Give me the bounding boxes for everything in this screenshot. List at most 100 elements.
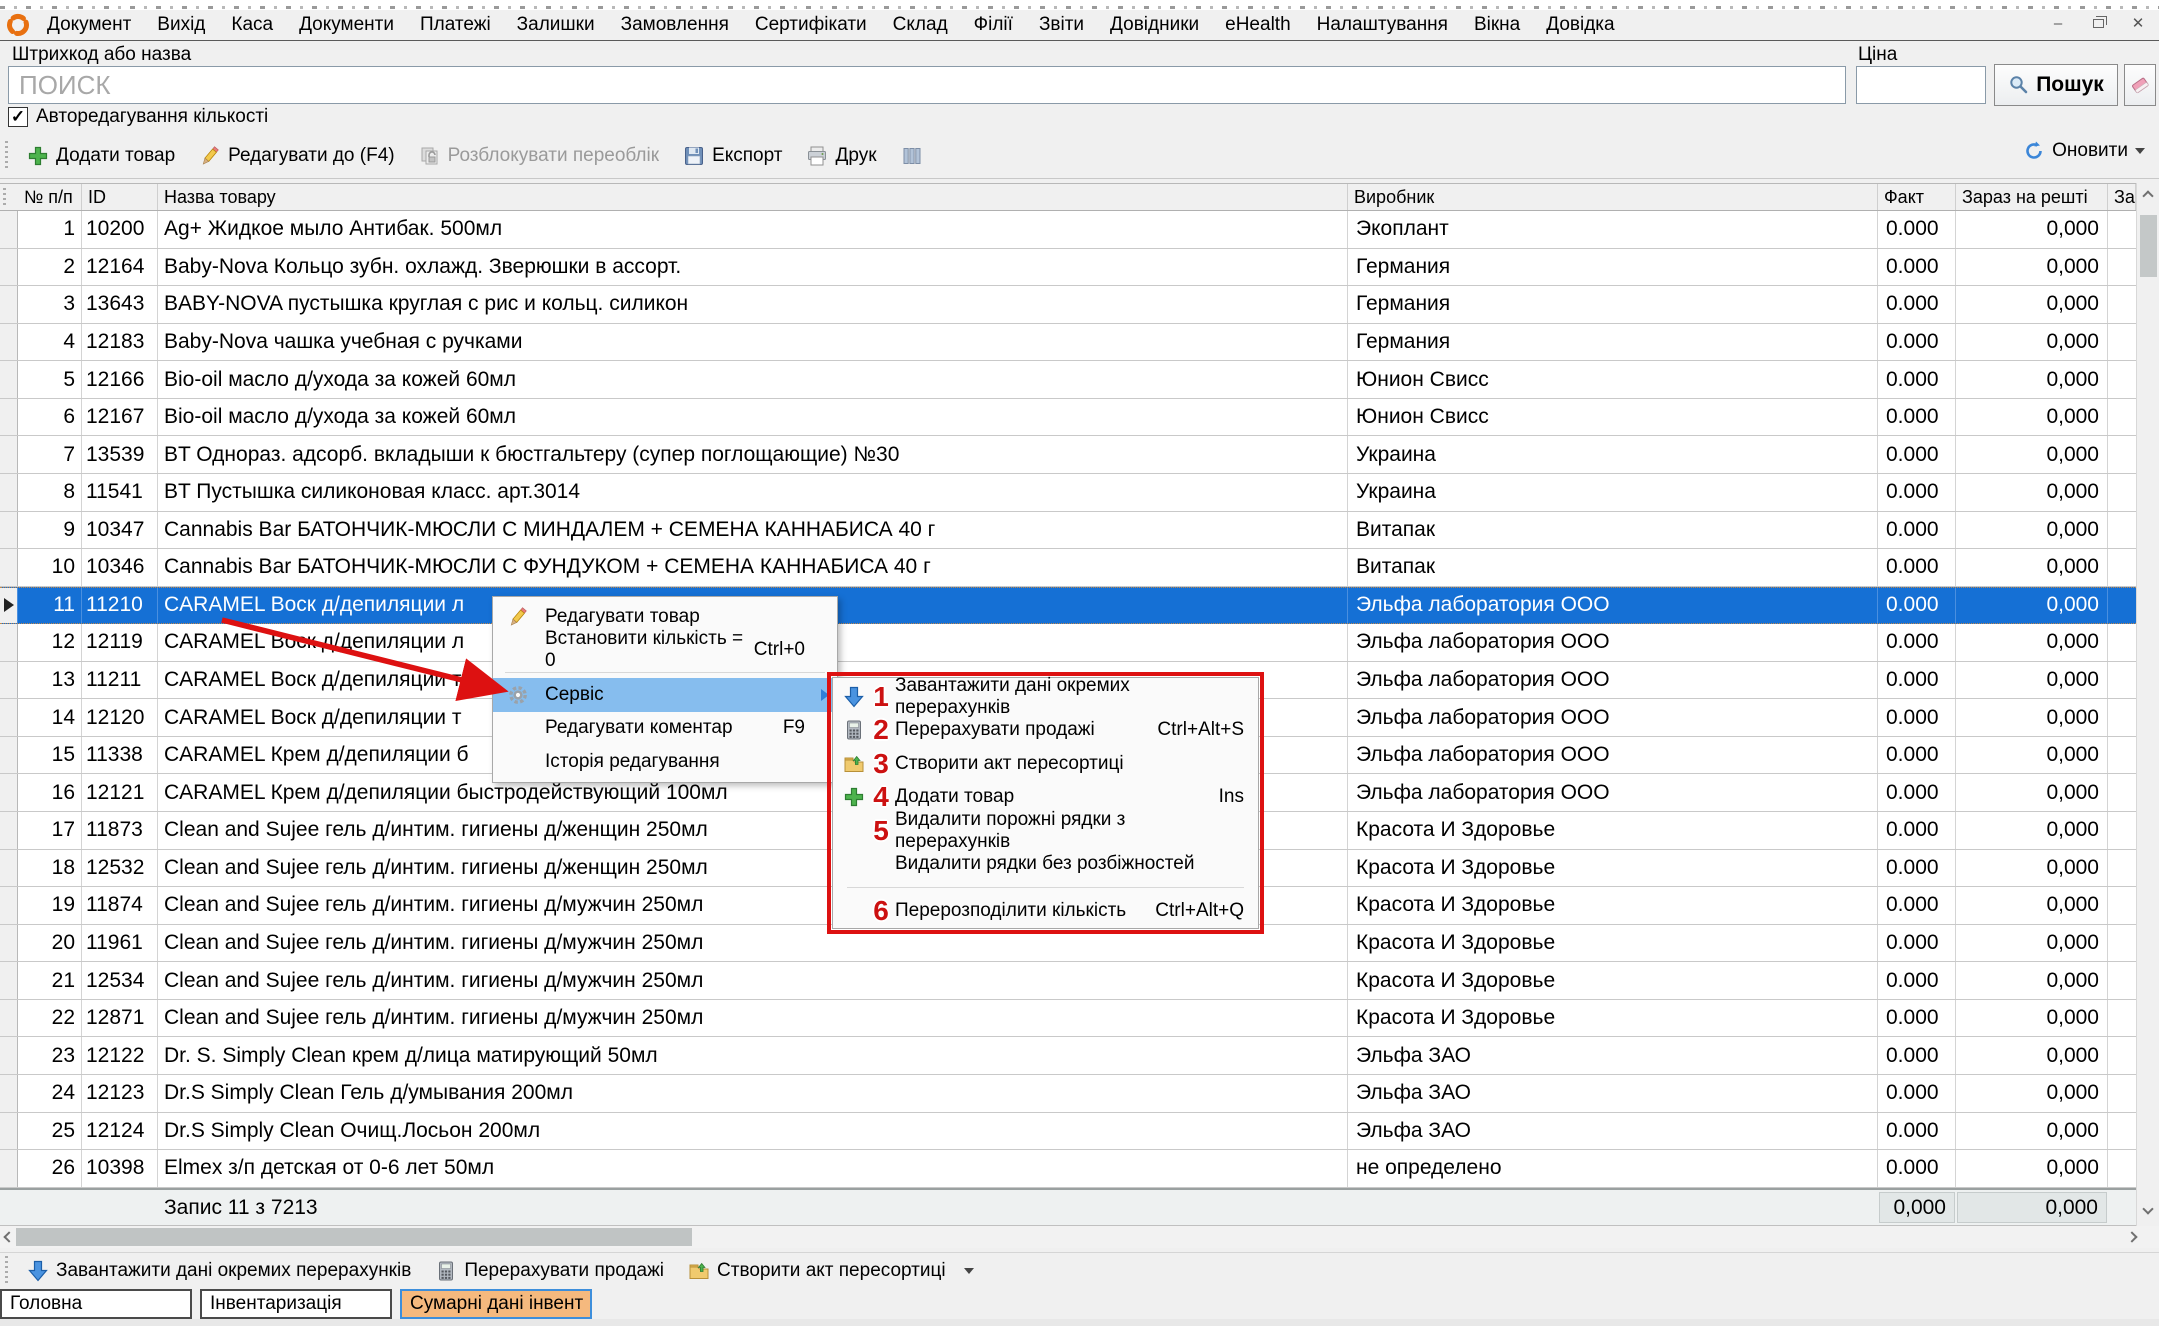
row-rest-cell: 0,000 bbox=[1956, 324, 2108, 361]
toolbar-button-5[interactable]: Друк bbox=[794, 141, 888, 171]
context-menu-item-label: Встановити кількість = 0 bbox=[545, 628, 754, 672]
menubar-item-12[interactable]: Довідники bbox=[1097, 12, 1212, 38]
bottom-toolbar-button-1[interactable]: Завантажити дані окремих перерахунків bbox=[15, 1256, 423, 1286]
table-row[interactable]: 1212119CARAMEL Воск д/депиляции лЭльфа л… bbox=[0, 624, 2136, 662]
submenu-item-1[interactable]: 1Завантажити дані окремих перерахунків bbox=[833, 680, 1258, 714]
context-menu-item-6[interactable]: Історія редагування bbox=[493, 745, 837, 779]
table-row[interactable]: 1111210CARAMEL Воск д/депиляции лЭльфа л… bbox=[0, 587, 2136, 625]
table-row[interactable]: 2212871Clean and Sujee гель д/интим. гиг… bbox=[0, 1000, 2136, 1038]
table-row[interactable]: 2312122Dr. S. Simply Clean крем д/лица м… bbox=[0, 1037, 2136, 1075]
row-fact-cell: 0.000 bbox=[1878, 324, 1956, 361]
table-row[interactable]: 2112534Clean and Sujee гель д/интим. гиг… bbox=[0, 962, 2136, 1000]
submenu-item-label: Видалити порожні рядки з перерахунків bbox=[895, 809, 1244, 853]
toolbar-button-2[interactable]: Редагувати до (F4) bbox=[187, 141, 406, 171]
chevron-down-icon[interactable] bbox=[964, 1268, 974, 1274]
toolbar-button-3[interactable]: Розблокувати переоблік bbox=[407, 141, 671, 171]
menubar-item-14[interactable]: Налаштування bbox=[1304, 12, 1461, 38]
table-row[interactable]: 811541BT Пустышка силиконовая класс. арт… bbox=[0, 474, 2136, 512]
submenu-item-2[interactable]: 2Перерахувати продажіCtrl+Alt+S bbox=[833, 714, 1258, 748]
menubar-item-4[interactable]: Документи bbox=[286, 12, 407, 38]
column-header-№ п/п[interactable]: № п/п bbox=[18, 184, 82, 210]
menubar-item-13[interactable]: eHealth bbox=[1212, 12, 1304, 38]
menubar-item-2[interactable]: Вихід bbox=[144, 12, 218, 38]
scroll-down-icon[interactable] bbox=[2142, 1203, 2153, 1214]
search-button[interactable]: Пошук bbox=[1994, 64, 2118, 106]
bottom-toolbar-button-2[interactable]: Перерахувати продажі bbox=[423, 1256, 676, 1286]
row-maker-cell: Украина bbox=[1348, 436, 1878, 473]
submenu-item-8[interactable]: 6Перерозподілити кількістьCtrl+Alt+Q bbox=[833, 894, 1258, 928]
row-rest-cell: 0,000 bbox=[1956, 286, 2108, 323]
context-menu-item-4[interactable]: Сервіс bbox=[493, 678, 837, 712]
bottom-toolbar-button-3[interactable]: Створити акт пересортиці bbox=[676, 1256, 958, 1286]
menubar-item-9[interactable]: Склад bbox=[880, 12, 961, 38]
column-header-Виробник[interactable]: Виробник bbox=[1348, 184, 1878, 210]
checkbox-checked-icon[interactable]: ✓ bbox=[8, 107, 28, 127]
horizontal-scrollbar[interactable] bbox=[0, 1226, 2159, 1248]
menubar-item-15[interactable]: Вікна bbox=[1461, 12, 1533, 38]
row-id-cell: 12120 bbox=[82, 699, 158, 736]
vertical-scrollbar[interactable] bbox=[2136, 183, 2159, 1226]
horizontal-scrollbar-thumb[interactable] bbox=[16, 1228, 692, 1246]
table-row[interactable]: 412183Baby-Nova чашка учебная с ручкамиГ… bbox=[0, 324, 2136, 362]
menubar-item-6[interactable]: Залишки bbox=[504, 12, 608, 38]
column-header-За[interactable]: За bbox=[2108, 184, 2136, 210]
table-row[interactable]: 713539BT Однораз. адсорб. вкладыши к бюс… bbox=[0, 436, 2136, 474]
submenu-item-3[interactable]: 3Створити акт пересортиці bbox=[833, 747, 1258, 781]
menubar-item-10[interactable]: Філії bbox=[961, 12, 1026, 38]
toolbar-grip[interactable] bbox=[3, 141, 10, 171]
column-header-Факт[interactable]: Факт bbox=[1878, 184, 1956, 210]
menubar-item-1[interactable]: Документ bbox=[34, 12, 144, 38]
submenu-item-6[interactable]: Видалити рядки без розбіжностей bbox=[833, 848, 1258, 882]
menubar-item-7[interactable]: Замовлення bbox=[608, 12, 742, 38]
table-row[interactable]: 2412123Dr.S Simply Clean Гель д/умывания… bbox=[0, 1075, 2136, 1113]
gear-icon bbox=[503, 683, 533, 707]
menu-icon-placeholder bbox=[839, 851, 869, 877]
menubar-item-11[interactable]: Звіти bbox=[1026, 12, 1097, 38]
table-row[interactable]: 512166Bio-oil масло д/ухода за кожей 60м… bbox=[0, 361, 2136, 399]
clear-search-button[interactable] bbox=[2124, 64, 2156, 106]
toolbar-button-4[interactable]: Експорт bbox=[671, 141, 794, 171]
column-header-ID[interactable]: ID bbox=[82, 184, 158, 210]
table-row[interactable]: 910347Cannabis Bar БАТОНЧИК-МЮСЛИ С МИНД… bbox=[0, 512, 2136, 550]
column-header-Назва товару[interactable]: Назва товару bbox=[158, 184, 1348, 210]
table-row[interactable]: 1010346Cannabis Bar БАТОНЧИК-МЮСЛИ С ФУН… bbox=[0, 549, 2136, 587]
refresh-icon bbox=[2023, 140, 2045, 162]
price-input[interactable] bbox=[1856, 66, 1986, 104]
row-indicator-cell bbox=[0, 624, 18, 661]
toolbar-button-6[interactable] bbox=[889, 141, 935, 171]
row-maker-cell: Витапак bbox=[1348, 549, 1878, 586]
column-header-Зараз на решті[interactable]: Зараз на решті bbox=[1956, 184, 2108, 210]
toolbar-button-1[interactable]: Додати товар bbox=[15, 141, 187, 171]
context-menu-item-2[interactable]: Встановити кількість = 0Ctrl+0 bbox=[493, 634, 837, 668]
table-row[interactable]: 2610398Elmex з/п детская от 0-6 лет 50мл… bbox=[0, 1150, 2136, 1188]
submenu-item-label: Створити акт пересортиці bbox=[895, 753, 1244, 775]
scroll-right-icon[interactable] bbox=[2126, 1231, 2137, 1242]
table-row[interactable]: 2512124Dr.S Simply Clean Очищ.Лосьон 200… bbox=[0, 1113, 2136, 1151]
bottom-toolbar-grip[interactable] bbox=[3, 1256, 10, 1286]
submenu-item-5[interactable]: 5Видалити порожні рядки з перерахунків bbox=[833, 814, 1258, 848]
table-row[interactable]: 212164Baby-Nova Кольцо зубн. охлажд. Зве… bbox=[0, 249, 2136, 287]
menubar-item-3[interactable]: Каса bbox=[218, 12, 286, 38]
table-row[interactable]: 313643BABY-NOVA пустышка круглая с рис и… bbox=[0, 286, 2136, 324]
scroll-left-icon[interactable] bbox=[3, 1231, 14, 1242]
chevron-down-icon[interactable] bbox=[2135, 148, 2145, 154]
restore-button-icon[interactable] bbox=[2085, 14, 2111, 32]
tab-2[interactable]: Інвентаризація bbox=[200, 1289, 392, 1319]
auto-edit-quantity-option[interactable]: ✓ Авторедагування кількості bbox=[8, 106, 268, 128]
row-number-cell: 23 bbox=[18, 1037, 82, 1074]
menubar-item-8[interactable]: Сертифікати bbox=[742, 12, 880, 38]
close-button-icon[interactable]: ✕ bbox=[2125, 14, 2151, 32]
tab-1[interactable]: Головна bbox=[0, 1289, 192, 1319]
minimize-button-icon[interactable]: – bbox=[2045, 14, 2071, 32]
context-menu-item-5[interactable]: Редагувати коментарF9 bbox=[493, 712, 837, 746]
bottom-toolbar-button-label: Завантажити дані окремих перерахунків bbox=[56, 1260, 411, 1282]
table-row[interactable]: 110200Ag+ Жидкое мыло Антибак. 500млЭкоп… bbox=[0, 211, 2136, 249]
menubar-item-16[interactable]: Довідка bbox=[1533, 12, 1627, 38]
table-row[interactable]: 612167Bio-oil масло д/ухода за кожей 60м… bbox=[0, 399, 2136, 437]
vertical-scrollbar-thumb[interactable] bbox=[2140, 215, 2157, 277]
search-input[interactable] bbox=[8, 66, 1846, 104]
menubar-item-5[interactable]: Платежі bbox=[407, 12, 504, 38]
tab-3[interactable]: Сумарні дані інвент ... bbox=[400, 1289, 592, 1319]
refresh-button[interactable]: Оновити bbox=[2023, 140, 2145, 162]
scroll-up-icon[interactable] bbox=[2142, 190, 2153, 201]
